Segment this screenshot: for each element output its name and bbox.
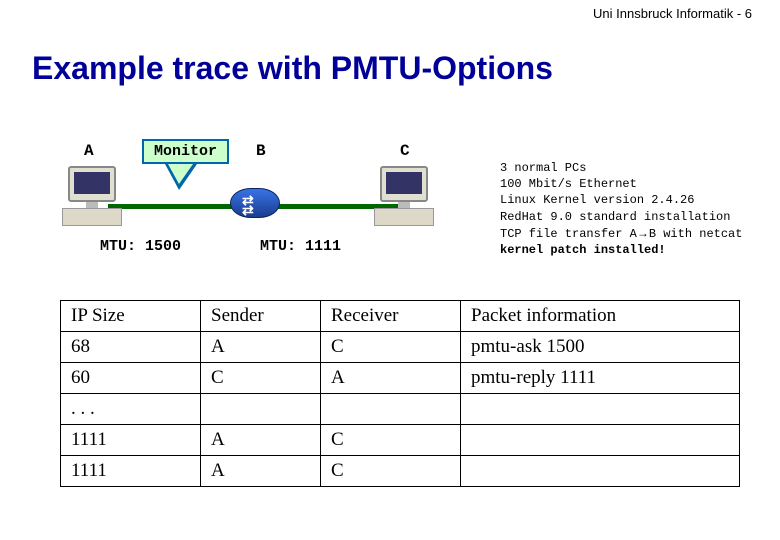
config-line: RedHat 9.0 standard installation <box>500 210 730 224</box>
cell: pmtu-reply 1111 <box>461 363 740 394</box>
pc-c-icon <box>372 166 440 230</box>
config-text-block: 3 normal PCs 100 Mbit/s Ethernet Linux K… <box>500 160 742 258</box>
network-diagram: A B C Monitor ⇄⇄ MTU: 1500 MTU: 1111 <box>60 142 480 267</box>
config-line-bold: kernel patch installed! <box>500 243 666 257</box>
cell <box>321 394 461 425</box>
cell: 1111 <box>61 456 201 487</box>
callout-pointer-inner <box>168 164 193 184</box>
cell: A <box>201 332 321 363</box>
mtu-right-label: MTU: 1111 <box>260 238 341 255</box>
pc-a-icon <box>60 166 128 230</box>
router-b-icon: ⇄⇄ <box>228 182 282 222</box>
page-title: Example trace with PMTU-Options <box>32 50 553 87</box>
cell <box>461 456 740 487</box>
config-line: Linux Kernel version 2.4.26 <box>500 193 694 207</box>
cell <box>461 425 740 456</box>
table-row: . . . <box>61 394 740 425</box>
arrow-icon: → <box>637 226 649 240</box>
cell: A <box>201 425 321 456</box>
config-line: 100 Mbit/s Ethernet <box>500 177 637 191</box>
cell: pmtu-ask 1500 <box>461 332 740 363</box>
slide-number: Uni Innsbruck Informatik - 6 <box>593 6 752 21</box>
cell <box>201 394 321 425</box>
table-row: 68 A C pmtu-ask 1500 <box>61 332 740 363</box>
cell: 60 <box>61 363 201 394</box>
mtu-left-label: MTU: 1500 <box>100 238 181 255</box>
config-line: 3 normal PCs <box>500 161 586 175</box>
cell: C <box>321 425 461 456</box>
col-receiver: Receiver <box>321 301 461 332</box>
col-packetinfo: Packet information <box>461 301 740 332</box>
cell <box>461 394 740 425</box>
node-a-label: A <box>84 142 94 160</box>
node-b-label: B <box>256 142 266 160</box>
cell: C <box>321 332 461 363</box>
cell: 1111 <box>61 425 201 456</box>
node-c-label: C <box>400 142 410 160</box>
config-line: B with netcat <box>649 227 743 241</box>
col-ipsize: IP Size <box>61 301 201 332</box>
cell: A <box>321 363 461 394</box>
monitor-callout: Monitor <box>142 139 229 164</box>
cell: C <box>321 456 461 487</box>
table-row: 60 C A pmtu-reply 1111 <box>61 363 740 394</box>
trace-table: IP Size Sender Receiver Packet informati… <box>60 300 740 487</box>
col-sender: Sender <box>201 301 321 332</box>
table-header-row: IP Size Sender Receiver Packet informati… <box>61 301 740 332</box>
cell: . . . <box>61 394 201 425</box>
cell: A <box>201 456 321 487</box>
table-row: 1111 A C <box>61 456 740 487</box>
cell: C <box>201 363 321 394</box>
config-line: TCP file transfer A <box>500 227 637 241</box>
cell: 68 <box>61 332 201 363</box>
table-row: 1111 A C <box>61 425 740 456</box>
